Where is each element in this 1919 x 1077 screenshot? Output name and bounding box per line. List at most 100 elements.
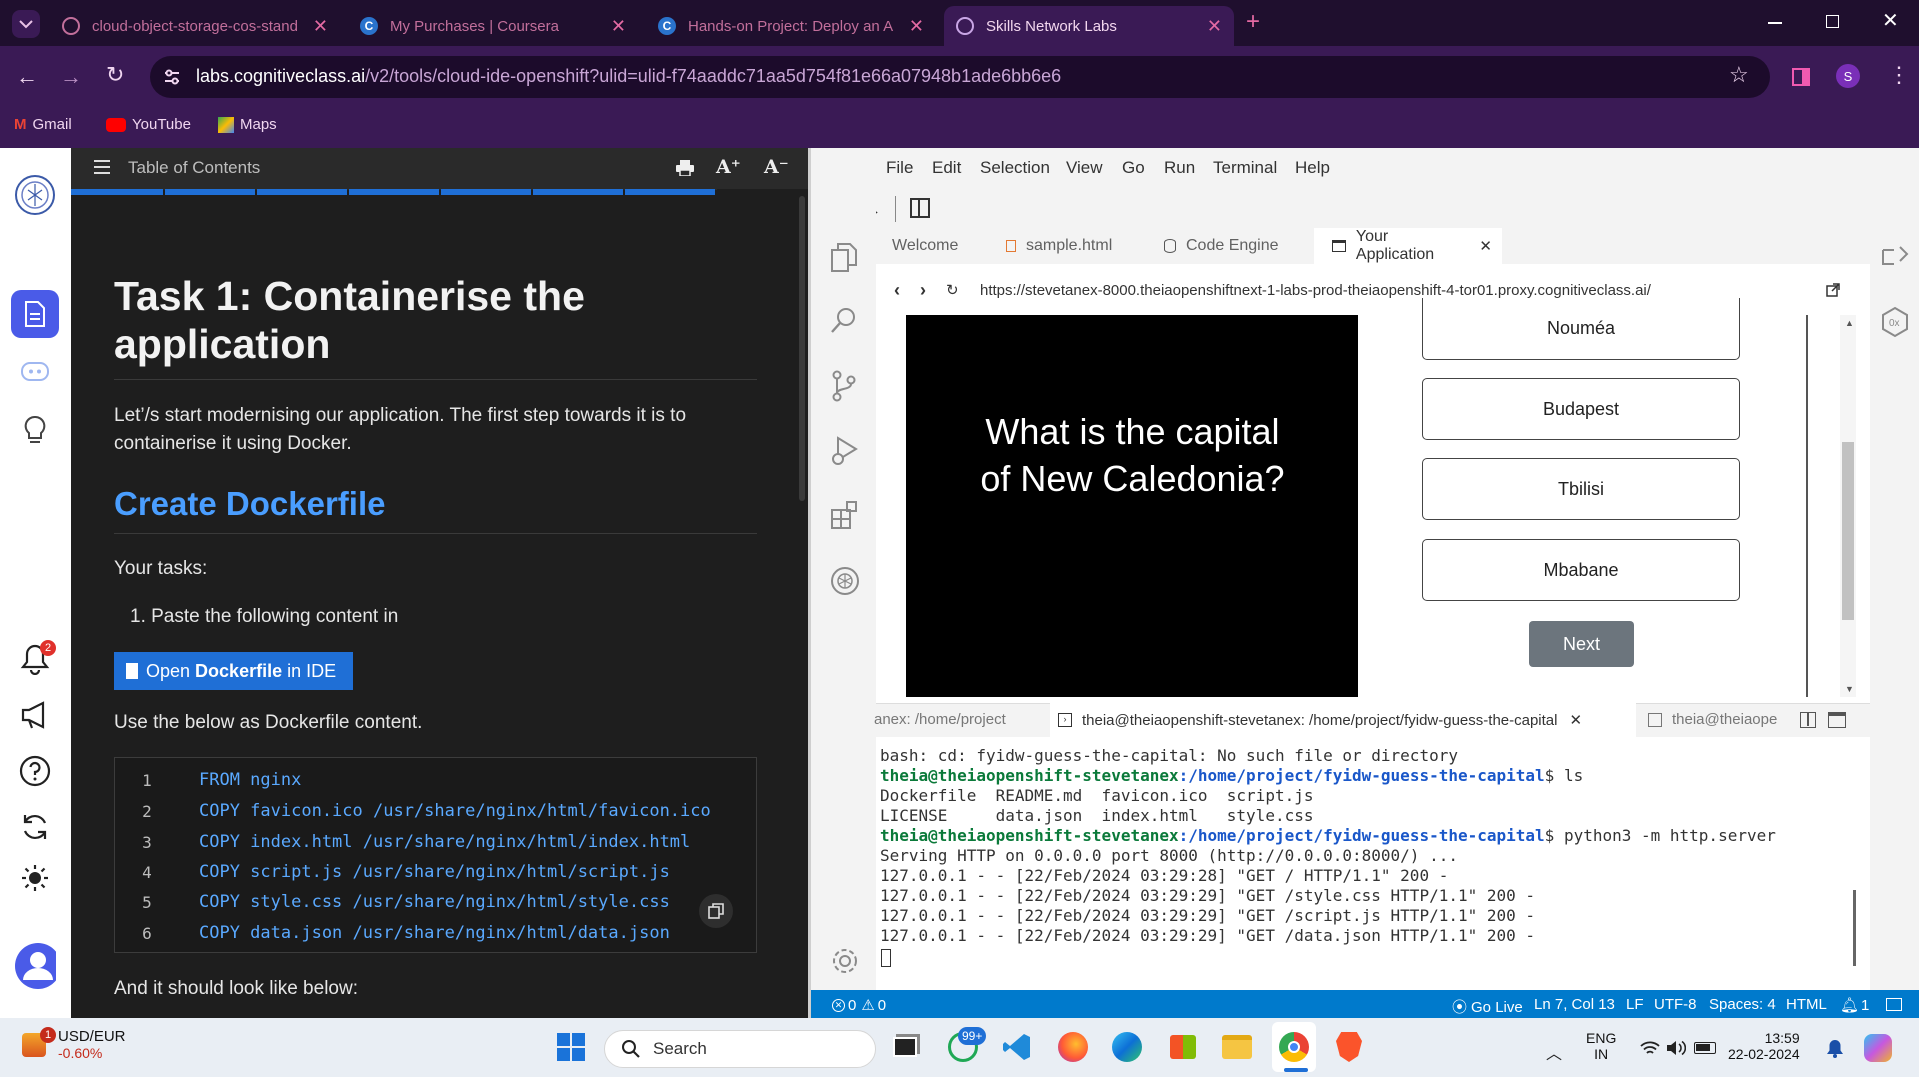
cursor-position[interactable]: Ln 7, Col 13	[1534, 996, 1615, 1013]
close-icon[interactable]: ✕	[1207, 16, 1222, 37]
preview-forward-icon[interactable]: ›	[920, 280, 926, 301]
maximize-panel-icon[interactable]	[1828, 712, 1846, 728]
windows-start-icon[interactable]	[552, 1028, 590, 1066]
close-icon[interactable]: ✕	[1569, 711, 1582, 729]
problems-status[interactable]: ✕ 0 ⚠ 0	[832, 996, 886, 1014]
table-of-contents-label[interactable]: Table of Contents	[128, 158, 260, 178]
browser-tab-2[interactable]: C My Purchases | Coursera ✕	[348, 6, 638, 46]
next-button[interactable]: Next	[1529, 621, 1634, 667]
progress-segment-incomplete[interactable]	[717, 189, 808, 195]
profile-avatar[interactable]: S	[1836, 64, 1860, 88]
menu-go[interactable]: Go	[1122, 158, 1145, 178]
file-encoding[interactable]: UTF-8	[1654, 996, 1697, 1013]
instructions-document-icon[interactable]	[11, 290, 59, 338]
taskbar-search-box[interactable]: Search	[604, 1030, 876, 1068]
code-block[interactable]: 1 FROM nginx 2 COPY favicon.ico /usr/share…	[114, 757, 757, 953]
print-icon[interactable]	[676, 160, 694, 176]
answer-option[interactable]: Mbabane	[1422, 539, 1740, 601]
copilot-icon[interactable]	[1864, 1034, 1892, 1062]
reload-icon[interactable]: ↻	[106, 62, 124, 88]
increase-font-button[interactable]: A⁺	[716, 156, 741, 178]
instructions-scrollbar[interactable]	[799, 196, 805, 501]
megaphone-icon[interactable]	[14, 694, 56, 736]
microsoft-store-icon[interactable]	[1164, 1028, 1202, 1066]
terminal-tab-3[interactable]: theia@theiaope	[1648, 711, 1798, 728]
progress-segment[interactable]	[625, 189, 715, 195]
vscode-icon[interactable]	[998, 1028, 1036, 1066]
skills-network-toolbox-icon[interactable]	[830, 566, 860, 596]
extensions-icon[interactable]	[830, 500, 860, 530]
url-text[interactable]: labs.cognitiveclass.ai/v2/tools/cloud-id…	[196, 66, 1061, 87]
browser-tab-4[interactable]: Skills Network Labs ✕	[944, 6, 1234, 46]
menu-selection[interactable]: Selection	[980, 158, 1050, 178]
progress-segment[interactable]	[165, 189, 255, 195]
progress-segment[interactable]	[71, 189, 163, 195]
go-live-button[interactable]: ⦿ Go Live	[1452, 996, 1523, 1017]
layout-icon[interactable]	[1886, 998, 1902, 1011]
volume-icon[interactable]	[1666, 1040, 1686, 1056]
stock-widget[interactable]: USD/EUR -0.60%	[22, 1028, 126, 1061]
language-mode[interactable]: HTML	[1786, 996, 1827, 1013]
end-of-line[interactable]: LF	[1626, 996, 1644, 1013]
forward-arrow-icon[interactable]: →	[60, 64, 82, 90]
progress-segment[interactable]	[441, 189, 531, 195]
back-arrow-icon[interactable]: ←	[16, 64, 38, 90]
copy-code-button[interactable]	[699, 894, 733, 928]
menu-file[interactable]: File	[886, 158, 913, 178]
close-icon[interactable]: ✕	[1479, 237, 1492, 255]
preview-back-icon[interactable]: ‹	[894, 280, 900, 301]
preview-scrollbar-thumb[interactable]	[1842, 442, 1854, 620]
outline-icon[interactable]	[1880, 244, 1910, 272]
restore-window-icon[interactable]	[1826, 15, 1839, 28]
progress-segment[interactable]	[533, 189, 623, 195]
firefox-icon[interactable]	[1054, 1028, 1092, 1066]
answer-option[interactable]: Tbilisi	[1422, 458, 1740, 520]
close-window-icon[interactable]: ✕	[1882, 8, 1899, 33]
source-control-icon[interactable]	[830, 370, 858, 402]
chrome-icon[interactable]	[1275, 1028, 1313, 1066]
close-icon[interactable]: ✕	[909, 16, 924, 37]
decrease-font-button[interactable]: A⁻	[764, 156, 789, 178]
terminal-tab-2[interactable]: › theia@theiaopenshift-stevetanex: /home/…	[1050, 703, 1636, 737]
hamburger-menu-icon[interactable]	[94, 160, 110, 174]
menu-view[interactable]: View	[1066, 158, 1103, 178]
menu-terminal[interactable]: Terminal	[1213, 158, 1277, 178]
open-external-icon[interactable]	[1826, 283, 1840, 297]
notification-center-icon[interactable]	[1826, 1038, 1844, 1058]
menu-help[interactable]: Help	[1295, 158, 1330, 178]
bookmark-star-icon[interactable]: ☆	[1729, 62, 1749, 88]
bookmark-youtube[interactable]: YouTube	[106, 116, 191, 133]
bookmark-gmail[interactable]: M Gmail	[14, 116, 72, 133]
help-question-icon[interactable]	[14, 750, 56, 792]
browser-menu-icon[interactable]: ⋮	[1888, 62, 1910, 88]
new-tab-plus-icon[interactable]: +	[1246, 8, 1260, 36]
theme-sun-icon[interactable]	[14, 857, 56, 899]
tab-sample-html[interactable]: sample.html	[988, 228, 1146, 264]
terminal-tab-1[interactable]: anex: /home/project	[874, 711, 1024, 728]
wifi-icon[interactable]	[1640, 1040, 1660, 1056]
close-icon[interactable]: ✕	[313, 16, 328, 37]
lightbulb-icon[interactable]	[14, 410, 56, 452]
site-info-icon[interactable]	[163, 69, 181, 85]
edge-icon[interactable]	[1108, 1028, 1146, 1066]
answer-option[interactable]: Nouméa	[1422, 298, 1740, 360]
battery-icon[interactable]	[1694, 1042, 1716, 1054]
minimize-window-icon[interactable]	[1768, 22, 1782, 24]
tab-code-engine[interactable]: Code Engine	[1146, 228, 1314, 264]
tab-welcome[interactable]: Welcome	[876, 228, 988, 264]
terminal-scrollbar[interactable]	[1853, 890, 1856, 966]
refresh-sync-icon[interactable]	[14, 806, 56, 848]
language-indicator[interactable]: ENG IN	[1586, 1030, 1616, 1062]
side-panel-icon[interactable]	[1792, 68, 1810, 86]
clock[interactable]: 13:59 22-02-2024	[1728, 1030, 1800, 1062]
progress-segment[interactable]	[257, 189, 347, 195]
tab-search-button[interactable]	[12, 10, 40, 38]
chat-bot-icon[interactable]	[14, 352, 56, 394]
tab-your-application[interactable]: Your Application ✕	[1314, 228, 1502, 264]
notifications-status[interactable]: 🔔︎ 1	[1840, 996, 1869, 1014]
user-avatar-icon[interactable]	[14, 943, 56, 989]
menu-run[interactable]: Run	[1164, 158, 1195, 178]
scroll-up-arrow-icon[interactable]: ▲	[1845, 318, 1854, 328]
open-dockerfile-button[interactable]: Open Dockerfile in IDE	[114, 652, 353, 690]
indentation[interactable]: Spaces: 4	[1709, 996, 1776, 1013]
